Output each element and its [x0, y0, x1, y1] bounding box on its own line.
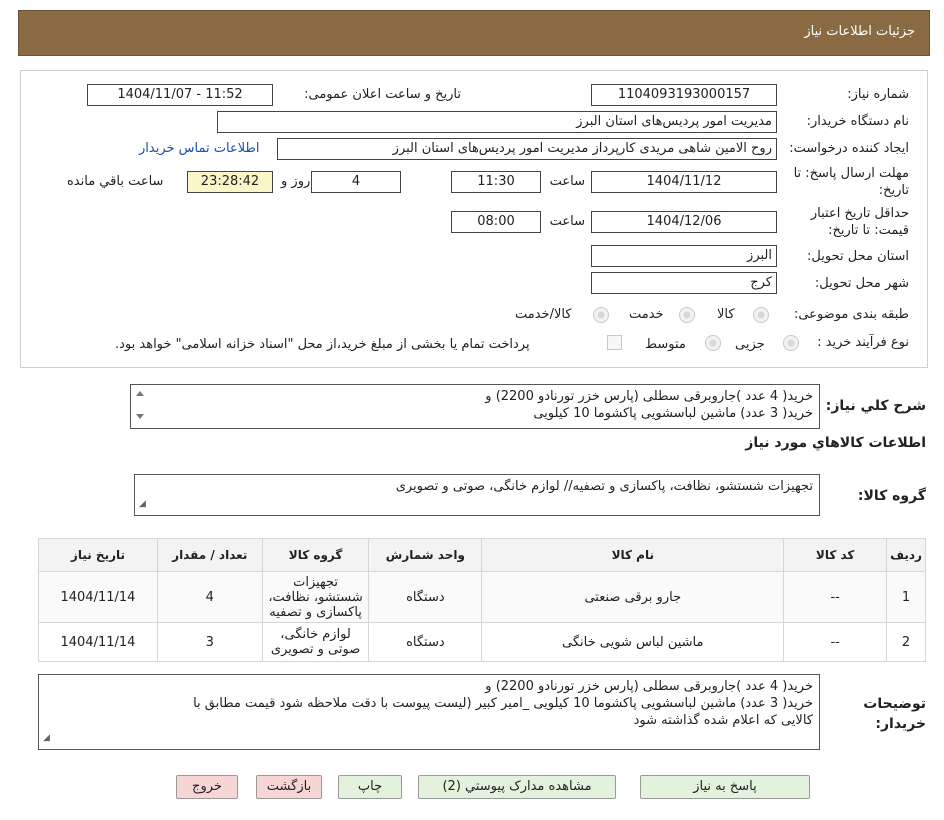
deadline-time-label: ساعت	[549, 174, 585, 189]
col-row: ردیف	[886, 538, 926, 572]
requester-field: روح الامین شاهی مریدی کارپرداز مدیریت ام…	[277, 138, 777, 160]
table-row: 2 -- ماشین لباس شویی خانگی دستگاه لوازم …	[38, 622, 926, 662]
process-option-medium: متوسط	[645, 337, 686, 352]
cell-group: تجهیزات شستشو، نظافت، پاکسازی و تصفیه	[261, 571, 370, 623]
page-title: جزئیات اطلاعات نیاز	[804, 24, 915, 39]
table-row: 1 -- جارو برقی صنعتی دستگاه تجهیزات شستش…	[38, 571, 926, 623]
buyer-notes-line-1: خرید( 4 عدد )جاروبرقی سطلی (پارس خزر تور…	[485, 679, 813, 694]
buyer-contact-link[interactable]: اطلاعات تماس خریدار	[139, 141, 259, 156]
cell-unit: دستگاه	[368, 622, 483, 662]
validity-date-field: 1404/12/06	[591, 211, 777, 233]
deadline-label: مهلت ارسال پاسخ: تا تاریخ:	[793, 166, 909, 198]
cell-quantity: 4	[156, 571, 263, 623]
cell-date: 1404/11/14	[38, 571, 158, 623]
validity-time-field: 08:00	[451, 211, 541, 233]
buyer-notes-line-2: خرید( 3 عدد) ماشین لباسشویی پاکشوما 10 ک…	[193, 696, 813, 711]
announce-datetime-field: 1404/11/07 - 11:52	[87, 84, 273, 106]
col-unit: واحد شمارش	[368, 538, 483, 572]
cell-code: --	[783, 571, 888, 623]
attachments-button[interactable]: مشاهده مدارک پیوستي (2)	[418, 775, 616, 799]
validity-time-label: ساعت	[549, 214, 585, 229]
cell-row: 1	[886, 571, 926, 623]
table-header-row: ردیف کد کالا نام کالا واحد شمارش گروه کا…	[38, 538, 926, 572]
process-radio-minor[interactable]	[783, 335, 799, 351]
summary-line-2: خرید( 3 عدد) ماشین لباسشویی پاکشوما 10 ک…	[533, 406, 813, 421]
print-button[interactable]: چاپ	[338, 775, 402, 799]
validity-label: حداقل تاريخ اعتبار قيمت: تا تاريخ:	[810, 206, 909, 238]
summary-textarea[interactable]: خرید( 4 عدد )جاروبرقی سطلی (پارس خزر تور…	[130, 384, 820, 429]
category-radio-service[interactable]	[679, 307, 695, 323]
category-option-service: خدمت	[629, 307, 664, 322]
resize-handle-icon[interactable]: ◢	[139, 496, 146, 513]
remaining-time-field: 23:28:42	[187, 171, 273, 193]
page-header: جزئیات اطلاعات نیاز	[18, 10, 930, 56]
buyer-notes-label: توضیحات خریدار:	[863, 696, 926, 732]
cell-name: ماشین لباس شویی خانگی	[481, 622, 785, 662]
col-code: کد کالا	[783, 538, 888, 572]
reply-button[interactable]: پاسخ به نیاز	[640, 775, 810, 799]
col-quantity: تعداد / مقدار	[156, 538, 263, 572]
process-label: نوع فرآیند خرید :	[817, 335, 909, 350]
back-button[interactable]: بازگشت	[256, 775, 322, 799]
days-field: 4	[311, 171, 401, 193]
buyer-org-label: نام دستگاه خریدار:	[806, 114, 909, 129]
scroll-arrows-icon[interactable]	[133, 387, 147, 423]
goods-group-value: تجهیزات شستشو، نظافت، پاکسازی و تصفیه// …	[395, 479, 813, 494]
treasury-checkbox[interactable]	[607, 335, 622, 350]
remaining-label: ساعت باقي مانده	[67, 174, 164, 189]
goods-group-label: گروه کالا:	[857, 488, 926, 504]
requester-label: ایجاد کننده درخواست:	[789, 141, 909, 156]
category-radio-both[interactable]	[593, 307, 609, 323]
province-field: البرز	[591, 245, 777, 267]
days-label: روز و	[281, 174, 311, 189]
need-number-label: شماره نیاز:	[847, 87, 909, 102]
col-name: نام کالا	[481, 538, 785, 572]
deadline-date-field: 1404/11/12	[591, 171, 777, 193]
col-date: تاریخ نیاز	[38, 538, 158, 572]
goods-group-textarea[interactable]: تجهیزات شستشو، نظافت، پاکسازی و تصفیه// …	[134, 474, 820, 516]
payment-note: پرداخت تمام یا بخشی از مبلغ خرید،از محل …	[115, 337, 530, 352]
summary-line-1: خرید( 4 عدد )جاروبرقی سطلی (پارس خزر تور…	[485, 389, 813, 404]
need-number-field: 1104093193000157	[591, 84, 777, 106]
category-option-both: کالا/خدمت	[515, 307, 572, 322]
city-field: کرج	[591, 272, 777, 294]
category-label: طبقه بندی موضوعی:	[793, 307, 909, 322]
process-option-minor: جزیی	[735, 337, 765, 352]
cell-quantity: 3	[156, 622, 263, 662]
buyer-org-field: مدیریت امور پردیس‌های استان البرز	[217, 111, 777, 133]
province-label: استان محل تحویل:	[807, 249, 909, 264]
category-option-goods: کالا	[717, 307, 735, 322]
summary-label: شرح کلي نياز:	[825, 398, 926, 414]
city-label: شهر محل تحویل:	[814, 276, 909, 291]
cell-unit: دستگاه	[368, 571, 483, 623]
exit-button[interactable]: خروج	[176, 775, 238, 799]
goods-table: ردیف کد کالا نام کالا واحد شمارش گروه کا…	[38, 538, 926, 662]
process-radio-medium[interactable]	[705, 335, 721, 351]
cell-group: لوازم خانگی، صوتی و تصویری	[261, 622, 370, 662]
cell-row: 2	[886, 622, 926, 662]
announce-label: تاریخ و ساعت اعلان عمومی:	[304, 87, 461, 102]
cell-name: جارو برقی صنعتی	[481, 571, 785, 623]
buyer-notes-line-3: کالایی که اعلام شده گذاشته شود	[633, 713, 813, 728]
buyer-notes-textarea[interactable]: خرید( 4 عدد )جاروبرقی سطلی (پارس خزر تور…	[38, 674, 820, 750]
cell-date: 1404/11/14	[38, 622, 158, 662]
cell-code: --	[783, 622, 888, 662]
category-radio-goods[interactable]	[753, 307, 769, 323]
col-group: گروه کالا	[261, 538, 370, 572]
deadline-time-field: 11:30	[451, 171, 541, 193]
details-panel: شماره نیاز: 1104093193000157 تاریخ و ساع…	[20, 70, 928, 368]
resize-handle-icon[interactable]: ◢	[43, 730, 50, 747]
goods-section-title: اطلاعات کالاهاي مورد نياز	[745, 435, 926, 451]
